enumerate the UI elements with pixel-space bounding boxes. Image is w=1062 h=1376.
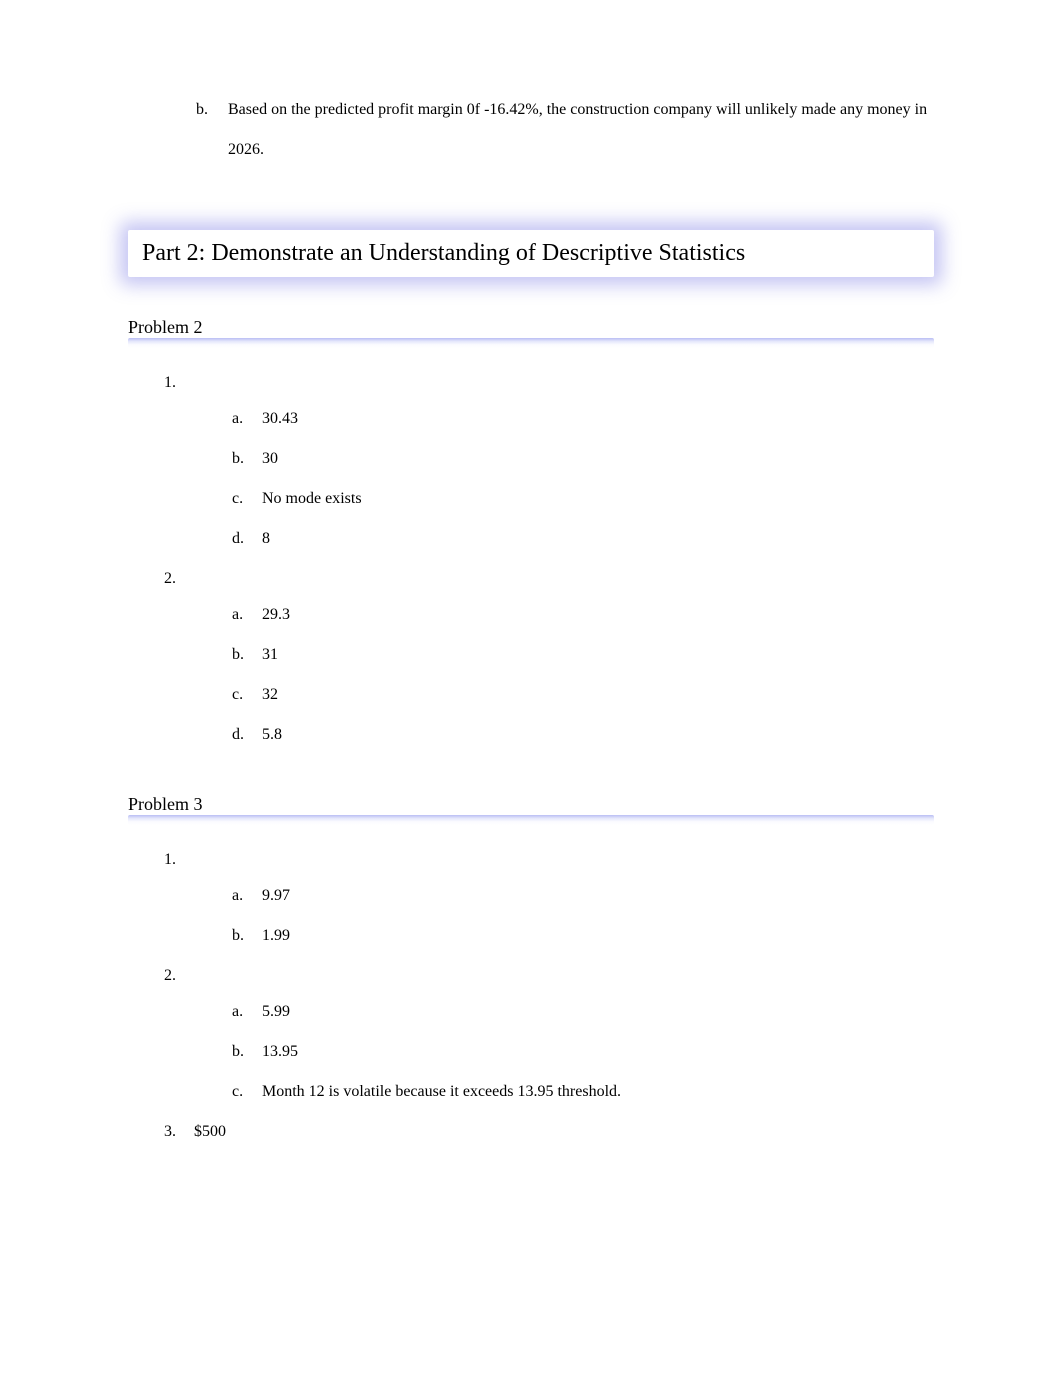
list-text: 30 (262, 450, 934, 468)
list-item: b. 31 (232, 646, 934, 664)
list-text: 30.43 (262, 410, 934, 428)
list-text (194, 851, 934, 869)
list-text (194, 374, 934, 392)
list-item: 1. (164, 374, 934, 392)
list-marker: a. (232, 606, 262, 624)
list-text: 32 (262, 686, 934, 704)
list-item: b. 1.99 (232, 927, 934, 945)
list-marker: d. (232, 726, 262, 744)
list-text (194, 570, 934, 588)
list-marker: b. (232, 450, 262, 468)
list-item: c. Month 12 is volatile because it excee… (232, 1083, 934, 1101)
page-content: b. Based on the predicted profit margin … (0, 0, 1062, 1231)
list-marker: c. (232, 686, 262, 704)
list-item: b. 30 (232, 450, 934, 468)
list-marker: a. (232, 1003, 262, 1021)
list-text: $500 (194, 1123, 934, 1141)
list-marker: 2. (164, 570, 194, 588)
part-heading: Part 2: Demonstrate an Understanding of … (128, 230, 934, 277)
list-marker: b. (232, 1043, 262, 1061)
ordered-list: 1. a. 30.43 b. 30 c. No mode exists d. (164, 374, 934, 744)
list-item: 2. (164, 967, 934, 985)
list-text: 1.99 (262, 927, 934, 945)
list-marker: a. (232, 887, 262, 905)
problem-heading: Problem 2 (128, 317, 934, 344)
list-item: a. 30.43 (232, 410, 934, 428)
list-item: 2. (164, 570, 934, 588)
list-item: a. 9.97 (232, 887, 934, 905)
list-item: d. 8 (232, 530, 934, 548)
list-marker: 3. (164, 1123, 194, 1141)
sub-list: a. 9.97 b. 1.99 (232, 887, 934, 945)
intro-sub-item: b. Based on the predicted profit margin … (196, 90, 934, 170)
list-item: c. 32 (232, 686, 934, 704)
problem-2-section: Problem 2 1. a. 30.43 b. 30 c. No mode e… (128, 317, 934, 744)
problem-heading: Problem 3 (128, 794, 934, 821)
list-item: d. 5.8 (232, 726, 934, 744)
sub-list: a. 29.3 b. 31 c. 32 d. 5.8 (232, 606, 934, 744)
list-marker: a. (232, 410, 262, 428)
list-item: b. Based on the predicted profit margin … (196, 90, 934, 170)
list-item: b. 13.95 (232, 1043, 934, 1061)
problem-3-section: Problem 3 1. a. 9.97 b. 1.99 2. (128, 794, 934, 1141)
list-marker: 1. (164, 374, 194, 392)
list-text: 8 (262, 530, 934, 548)
list-marker: b. (196, 90, 228, 170)
list-text: Month 12 is volatile because it exceeds … (262, 1083, 934, 1101)
list-text: 5.8 (262, 726, 934, 744)
list-text: 29.3 (262, 606, 934, 624)
list-marker: b. (232, 927, 262, 945)
list-text: 5.99 (262, 1003, 934, 1021)
ordered-list: 1. a. 9.97 b. 1.99 2. a. (164, 851, 934, 1141)
list-marker: c. (232, 490, 262, 508)
list-text (194, 967, 934, 985)
list-marker: d. (232, 530, 262, 548)
list-text: 9.97 (262, 887, 934, 905)
list-item: 3. $500 (164, 1123, 934, 1141)
list-item: c. No mode exists (232, 490, 934, 508)
list-marker: b. (232, 646, 262, 664)
list-text: No mode exists (262, 490, 934, 508)
list-marker: 1. (164, 851, 194, 869)
list-marker: 2. (164, 967, 194, 985)
sub-list: a. 5.99 b. 13.95 c. Month 12 is volatile… (232, 1003, 934, 1101)
list-item: 1. (164, 851, 934, 869)
sub-list: a. 30.43 b. 30 c. No mode exists d. 8 (232, 410, 934, 548)
list-text: Based on the predicted profit margin 0f … (228, 90, 934, 170)
list-item: a. 5.99 (232, 1003, 934, 1021)
list-item: a. 29.3 (232, 606, 934, 624)
list-text: 31 (262, 646, 934, 664)
list-text: 13.95 (262, 1043, 934, 1061)
list-marker: c. (232, 1083, 262, 1101)
